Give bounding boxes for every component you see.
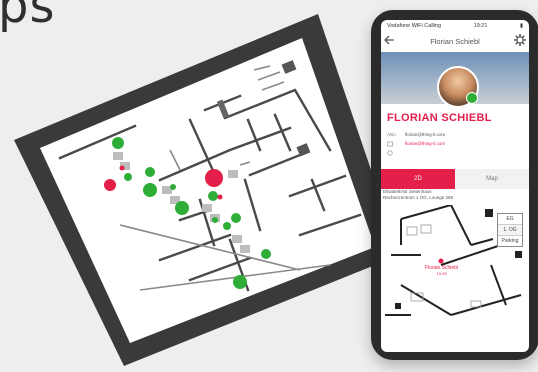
map-user-time: 19:45 bbox=[436, 271, 447, 276]
contact-label: Also bbox=[387, 132, 396, 137]
carrier-label: Vodafone WiFi Calling bbox=[387, 22, 442, 29]
contact-row[interactable]: florian@thing-it.com bbox=[381, 139, 529, 148]
floor-map[interactable]: Florian Schiebl 19:45 EG 1. OG Parking bbox=[381, 205, 529, 325]
tab-map[interactable]: Map bbox=[455, 169, 529, 189]
phone-device: Vodafone WiFi Calling 19:21 ▮ Florian Sc… bbox=[371, 10, 538, 360]
floor-button-eg[interactable]: EG bbox=[498, 214, 522, 225]
contact-row[interactable] bbox=[381, 148, 529, 157]
battery-icon: ▮ bbox=[519, 22, 523, 29]
clock-label: 19:21 bbox=[473, 22, 488, 29]
contact-value: florian@thing-it.com bbox=[405, 141, 446, 146]
contact-row[interactable]: Also florian@thing-it.com bbox=[381, 130, 529, 139]
nav-bar: Florian Schiebl bbox=[381, 30, 529, 52]
floor-button-parking[interactable]: Parking bbox=[498, 236, 522, 246]
profile-banner bbox=[381, 52, 529, 108]
contact-value: florian@thing-it.com bbox=[405, 132, 446, 137]
view-tabs: 2D Map bbox=[381, 169, 529, 189]
location-line-2: Rechenzentrum 1 OG, Lounge 268 bbox=[383, 195, 454, 200]
floor-button-1og[interactable]: 1. OG bbox=[498, 225, 522, 236]
status-bar: Vodafone WiFi Calling 19:21 ▮ bbox=[381, 20, 529, 30]
phone-screen: Vodafone WiFi Calling 19:21 ▮ Florian Sc… bbox=[381, 20, 529, 352]
map-user-marker-label: Florian Schiebl 19:45 bbox=[425, 265, 458, 276]
presence-status-dot bbox=[466, 92, 478, 104]
mail-icon bbox=[387, 141, 393, 146]
nav-title: Florian Schiebl bbox=[430, 36, 480, 46]
tab-2d[interactable]: 2D bbox=[381, 169, 455, 189]
teams-icon bbox=[387, 149, 393, 156]
floor-switcher: EG 1. OG Parking bbox=[497, 213, 523, 247]
back-arrow-icon[interactable] bbox=[383, 33, 397, 47]
gear-icon[interactable] bbox=[513, 33, 527, 47]
